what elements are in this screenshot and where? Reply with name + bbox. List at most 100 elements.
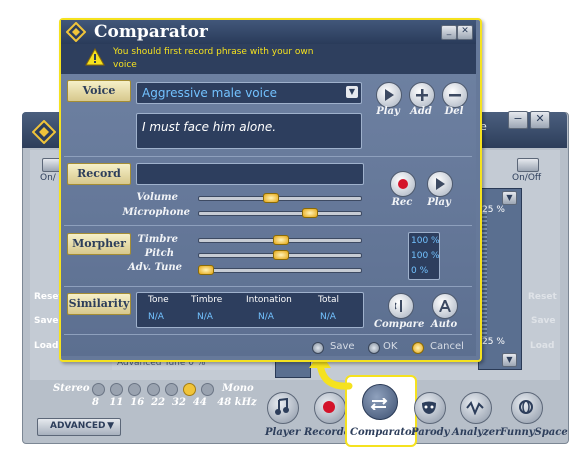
divider: [64, 156, 472, 157]
stereo-label: Stereo: [53, 383, 90, 394]
adv-tune-label: Adv. Tune: [128, 262, 182, 273]
warning-text-line2: voice: [113, 60, 137, 70]
mono-label: Mono: [222, 383, 254, 394]
rate-22-radio[interactable]: [147, 383, 160, 396]
onoff-right-toggle[interactable]: [517, 158, 539, 172]
pitch-label: Pitch: [144, 248, 174, 259]
volume-slider[interactable]: [198, 196, 362, 201]
rate-11-radio[interactable]: [110, 383, 123, 396]
record-play-label: Play: [427, 197, 451, 208]
record-section-label: Record: [67, 163, 131, 185]
reset-right-button[interactable]: Reset: [528, 292, 557, 302]
volume-label: Volume: [136, 192, 178, 203]
onoff-right-label: On/Off: [512, 173, 542, 183]
parody-mask-icon: [421, 400, 437, 419]
adv-tune-slider[interactable]: [198, 268, 362, 273]
timbre-slider-knob[interactable]: [273, 235, 289, 245]
voice-add-label: Add: [410, 106, 432, 117]
player-tool-label: Player: [265, 427, 301, 438]
background-logo-icon: [31, 119, 57, 145]
voice-select-dropdown-icon[interactable]: ▼: [346, 86, 358, 98]
total-header: Total: [318, 295, 340, 305]
advanced-button[interactable]: ADVANCED ▼: [37, 418, 121, 436]
microphone-label: Microphone: [122, 207, 190, 218]
save-footer-icon: [312, 342, 324, 354]
divider: [64, 334, 472, 335]
load-left-button[interactable]: Load: [34, 341, 58, 351]
phrase-text: I must face him alone.: [142, 120, 277, 134]
save-left-button[interactable]: Save: [34, 316, 59, 326]
onoff-left-label: On/: [40, 173, 56, 183]
record-dot-icon: [398, 179, 408, 189]
adv-tune-value: 0 %: [411, 266, 429, 276]
comparator-icon: [370, 395, 388, 414]
rec-label: Rec: [391, 197, 413, 208]
background-close-button[interactable]: ✕: [530, 111, 550, 129]
load-right-button[interactable]: Load: [530, 341, 554, 351]
compare-button[interactable]: [388, 293, 414, 319]
voice-section-label: Voice: [67, 80, 131, 102]
volume-slider-knob[interactable]: [263, 193, 279, 203]
pitch-value: 100 %: [411, 251, 440, 261]
voice-play-label: Play: [376, 106, 400, 117]
record-play-button[interactable]: [427, 171, 453, 197]
intonation-value: N/A: [258, 312, 274, 322]
background-minimize-button[interactable]: −: [508, 111, 528, 129]
voice-select-value: Aggressive male voice: [142, 86, 277, 100]
divider: [64, 286, 472, 287]
timbre-label: Timbre: [137, 234, 178, 245]
microphone-slider-knob[interactable]: [302, 208, 318, 218]
funnyspace-globe-icon: [518, 399, 534, 419]
khz-values: 8 11 16 22 32 44 48 kHz: [92, 397, 257, 408]
ok-button[interactable]: OK: [383, 341, 397, 352]
warning-icon: [85, 47, 105, 70]
phrase-text-box: I must face him alone.: [136, 113, 362, 149]
recorder-record-icon: [323, 401, 335, 413]
advanced-dropdown-icon: ▼: [107, 421, 114, 431]
ok-footer-icon: [368, 342, 380, 354]
rate-44-radio[interactable]: [183, 383, 196, 396]
voice-play-button[interactable]: [376, 82, 402, 108]
dialog-title: Comparator: [94, 22, 208, 42]
auto-label: Auto: [430, 319, 458, 330]
microphone-slider[interactable]: [198, 211, 362, 216]
auto-button[interactable]: [432, 293, 458, 319]
meter-pct-bottom: 25 %: [482, 337, 505, 347]
tone-value: N/A: [148, 312, 164, 322]
dialog-logo-icon: [65, 21, 87, 43]
save-right-button[interactable]: Save: [531, 316, 556, 326]
funnyspace-tool-label: FunnySpace: [500, 427, 568, 438]
rate-8-radio[interactable]: [92, 383, 105, 396]
meter-scroll-down-button[interactable]: ▼: [502, 353, 517, 367]
intonation-header: Intonation: [246, 295, 292, 305]
voice-del-button[interactable]: [442, 82, 468, 108]
rate-32-radio[interactable]: [165, 383, 178, 396]
rate-16-radio[interactable]: [128, 383, 141, 396]
parody-tool-label: Parody: [411, 427, 450, 438]
voice-select[interactable]: Aggressive male voice ▼: [136, 82, 362, 104]
timbre-value-result: N/A: [197, 312, 213, 322]
adv-tune-slider-knob[interactable]: [198, 265, 214, 275]
player-icon: [275, 397, 291, 420]
meter-scroll-up-button[interactable]: ▼: [502, 191, 517, 205]
timbre-value: 100 %: [411, 236, 440, 246]
dialog-close-button[interactable]: ✕: [457, 25, 473, 40]
analyzer-wave-icon: [466, 400, 484, 419]
record-level-bar: [136, 163, 364, 185]
rec-button[interactable]: [390, 171, 416, 197]
total-value: N/A: [320, 312, 336, 322]
advanced-button-label: ADVANCED: [50, 421, 106, 431]
pitch-slider-knob[interactable]: [273, 250, 289, 260]
compare-label: Compare: [374, 319, 425, 330]
similarity-section-label: Similarity: [67, 293, 131, 315]
cancel-button[interactable]: Cancel: [430, 341, 464, 352]
comparator-tool-label: Comparator: [350, 427, 417, 438]
voice-del-label: Del: [444, 106, 464, 117]
warning-text-line1: You should first record phrase with your…: [113, 47, 314, 57]
timbre-header: Timbre: [191, 295, 223, 305]
dialog-minimize-button[interactable]: _: [441, 25, 457, 40]
analyzer-tool-label: Analyzer: [452, 427, 501, 438]
rate-48-radio[interactable]: [201, 383, 214, 396]
save-footer-button[interactable]: Save: [330, 341, 355, 352]
voice-add-button[interactable]: [409, 82, 435, 108]
